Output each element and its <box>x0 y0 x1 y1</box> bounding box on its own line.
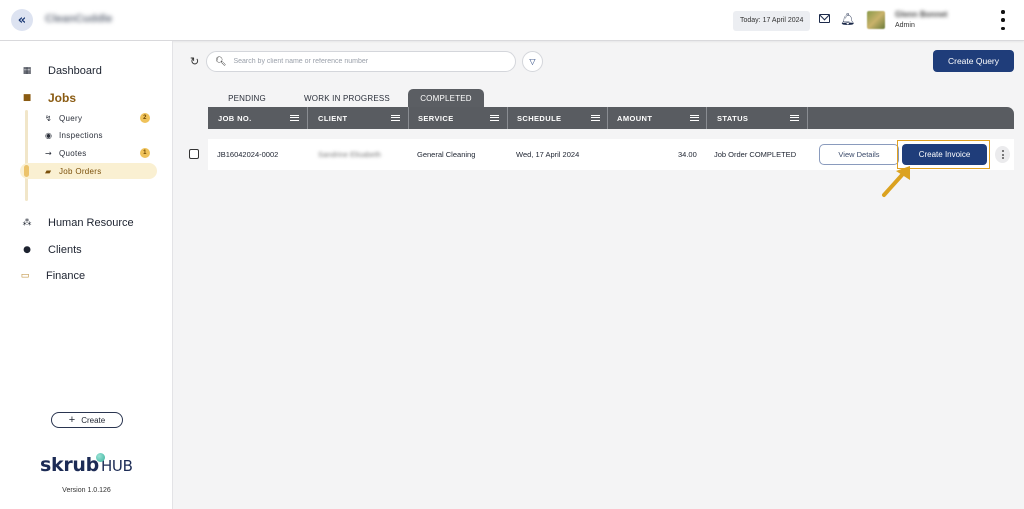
logo: skrub HUB <box>40 453 133 476</box>
chevron-double-left-icon: « <box>17 12 27 28</box>
filter-button[interactable]: ▽ <box>522 51 543 72</box>
sidebar-item-label: Finance <box>46 270 86 282</box>
briefcase-icon: ■ <box>22 93 32 103</box>
sidebar: ▦ Dashboard ■ Jobs ↯ Query 2 ◉ Inspectio… <box>0 41 173 509</box>
search-icon: 🔍︎ <box>215 56 227 67</box>
sidebar-item-clients[interactable]: ● Clients <box>22 244 82 256</box>
cell-job-no: JB16042024-0002 <box>217 150 279 159</box>
sidebar-item-label: Inspections <box>59 130 103 140</box>
column-menu-icon[interactable] <box>490 107 499 129</box>
job-orders-icon: ▰ <box>45 166 52 176</box>
sidebar-item-label: Query <box>59 113 83 123</box>
create-label: Create <box>81 415 106 425</box>
sidebar-item-quotes[interactable]: → Quotes 1 <box>45 146 157 160</box>
column-header-client[interactable]: CLIENT <box>318 107 347 129</box>
column-header-service[interactable]: SERVICE <box>418 107 454 129</box>
eye-icon: ◉ <box>45 130 53 140</box>
dashboard-icon: ▦ <box>22 66 32 76</box>
column-divider <box>507 107 508 129</box>
jobs-indicator-bar <box>25 110 28 201</box>
sidebar-item-dashboard[interactable]: ▦ Dashboard <box>22 65 102 77</box>
arrow-right-icon: → <box>45 148 53 158</box>
tab-pending[interactable]: PENDING <box>212 89 282 107</box>
top-bar: « CleanCuddle Today: 17 April 2024 🔔︎ Gl… <box>0 0 1024 41</box>
create-button[interactable]: + Create <box>51 412 123 428</box>
sidebar-item-finance[interactable]: ▭ Finance <box>20 270 85 282</box>
sidebar-item-query[interactable]: ↯ Query 2 <box>45 111 157 125</box>
collapse-sidebar-button[interactable]: « <box>11 9 33 31</box>
sidebar-item-human-resource[interactable]: ⁂ Human Resource <box>22 217 134 229</box>
column-divider <box>307 107 308 129</box>
sidebar-item-label: Dashboard <box>48 65 102 77</box>
sidebar-item-label: Clients <box>48 244 82 256</box>
search-box[interactable]: 🔍︎ <box>206 51 516 72</box>
column-menu-icon[interactable] <box>591 107 600 129</box>
more-options-icon[interactable] <box>1000 10 1006 30</box>
row-more-options-icon[interactable] <box>995 146 1010 163</box>
sidebar-item-label: Quotes <box>59 148 87 158</box>
sidebar-item-label: Human Resource <box>48 217 134 229</box>
sidebar-item-inspections[interactable]: ◉ Inspections <box>45 128 157 142</box>
column-menu-icon[interactable] <box>290 107 299 129</box>
column-menu-icon[interactable] <box>690 107 699 129</box>
column-header-job-no[interactable]: JOB NO. <box>218 107 252 129</box>
company-name: CleanCuddle <box>45 13 113 25</box>
column-header-amount[interactable]: AMOUNT <box>617 107 652 129</box>
quotes-count-badge: 1 <box>140 148 150 158</box>
version-text: Version 1.0.126 <box>62 487 111 494</box>
search-input[interactable] <box>233 58 514 65</box>
column-header-status[interactable]: STATUS <box>717 107 748 129</box>
create-invoice-button[interactable]: Create Invoice <box>902 144 987 165</box>
query-count-badge: 2 <box>140 113 150 123</box>
sidebar-item-job-orders[interactable]: ▰ Job Orders <box>20 163 157 179</box>
column-menu-icon[interactable] <box>790 107 799 129</box>
user-role: Admin <box>895 22 915 29</box>
view-details-button[interactable]: View Details <box>819 144 899 165</box>
column-menu-icon[interactable] <box>391 107 400 129</box>
column-header-schedule[interactable]: SCHEDULE <box>517 107 561 129</box>
table-header: JOB NO. CLIENT SERVICE SCHEDULE AMOUNT S… <box>208 107 1014 129</box>
query-icon: ↯ <box>45 113 53 123</box>
column-divider <box>706 107 707 129</box>
mail-icon[interactable] <box>819 14 830 23</box>
column-divider <box>807 107 808 129</box>
active-indicator <box>24 165 29 177</box>
people-icon: ⁂ <box>22 218 32 228</box>
column-divider <box>607 107 608 129</box>
refresh-icon[interactable]: ↻ <box>190 55 199 68</box>
cell-client: Sandrine Elisabeth <box>318 150 381 159</box>
avatar[interactable] <box>867 11 885 29</box>
create-query-button[interactable]: Create Query <box>933 50 1014 72</box>
user-name: Glenn Bonnet <box>895 10 948 19</box>
column-divider <box>408 107 409 129</box>
plus-icon: + <box>68 413 76 426</box>
cell-status: Job Order COMPLETED <box>714 150 797 159</box>
sidebar-item-jobs[interactable]: ■ Jobs <box>22 91 76 105</box>
wallet-icon: ▭ <box>20 271 30 281</box>
tab-completed[interactable]: COMPLETED <box>408 89 484 107</box>
sidebar-item-label: Job Orders <box>59 166 102 176</box>
bell-icon[interactable]: 🔔︎ <box>840 12 855 26</box>
logo-dot-icon <box>96 453 105 462</box>
cell-schedule: Wed, 17 April 2024 <box>516 150 580 159</box>
sidebar-item-label: Jobs <box>48 91 77 105</box>
today-date: Today: 17 April 2024 <box>733 11 811 31</box>
filter-icon: ▽ <box>529 57 536 66</box>
cell-service: General Cleaning <box>417 150 476 159</box>
tab-work-in-progress[interactable]: WORK IN PROGRESS <box>296 89 398 107</box>
person-icon: ● <box>23 245 31 255</box>
pointer-arrow-icon <box>882 166 910 197</box>
cell-amount: 34.00 <box>678 150 697 159</box>
row-checkbox[interactable] <box>189 149 199 159</box>
